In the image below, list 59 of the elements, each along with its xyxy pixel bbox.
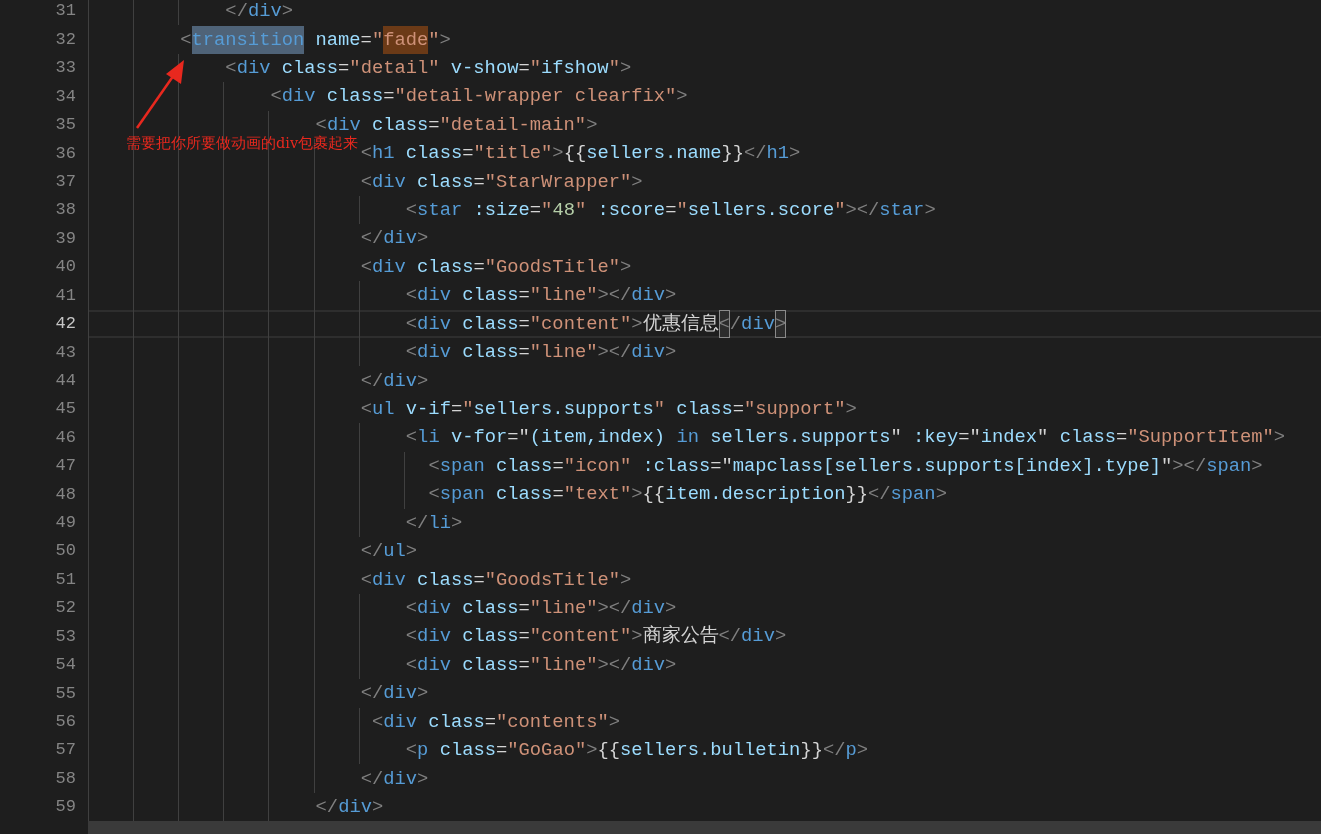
code-line: <div class="StarWrapper"> bbox=[360, 169, 643, 195]
line-number: 46 bbox=[54, 426, 76, 449]
line-number: 44 bbox=[54, 369, 76, 392]
line-number: 49 bbox=[54, 512, 76, 535]
line-number: 36 bbox=[54, 142, 76, 165]
line-number: 32 bbox=[54, 28, 76, 51]
line-number: 40 bbox=[54, 256, 76, 279]
code-line: </li> bbox=[405, 510, 463, 536]
code-line: <transition name="fade"> bbox=[180, 25, 451, 54]
code-line: <div class="line"></div> bbox=[405, 283, 677, 309]
code-line: </div> bbox=[360, 226, 429, 252]
code-line: </div> bbox=[360, 766, 429, 792]
line-number: 38 bbox=[54, 199, 76, 222]
code-line: </div> bbox=[360, 368, 429, 394]
line-number: 56 bbox=[54, 711, 76, 733]
code-line: <span class="icon" :class="mapclass[sellers.supports[index].type]"></span> bbox=[428, 453, 1263, 479]
code-line: </div> bbox=[315, 794, 384, 820]
code-line: <div class="detail-main"> bbox=[315, 112, 598, 136]
code-line: </div> bbox=[225, 0, 293, 25]
annotation-arrow bbox=[135, 60, 184, 129]
line-number: 45 bbox=[54, 398, 76, 421]
line-number: 33 bbox=[54, 57, 76, 80]
code-line: <div class="content">商家公告</div> bbox=[405, 624, 787, 650]
line-number: 48 bbox=[54, 483, 76, 506]
line-number: 57 bbox=[54, 739, 76, 762]
code-line: <h1 class="title">{{sellers.name}}</h1> bbox=[360, 141, 801, 167]
line-number: 52 bbox=[54, 597, 76, 620]
code-line: </ul> bbox=[360, 539, 418, 565]
code-line: <span class="text">{{item.description}}</span> bbox=[428, 482, 947, 508]
code-line: <div class="GoodsTitle"> bbox=[360, 254, 632, 280]
line-number: 59 bbox=[54, 796, 76, 819]
code-line: <div class="contents"> bbox=[372, 709, 620, 735]
code-line: <li v-for="(item,index) in sellers.supports" :key="index" class="SupportItem"> bbox=[405, 425, 1286, 451]
line-number: 42 bbox=[54, 313, 76, 336]
code-line: <star :size="48" :score="sellers.score"></star> bbox=[405, 198, 936, 224]
code-line: <p class="GoGao">{{sellers.bulletin}}</p> bbox=[405, 738, 869, 764]
line-number: 55 bbox=[54, 682, 76, 705]
code-line: <div class="GoodsTitle"> bbox=[360, 567, 632, 593]
code-line: <div class="line"></div> bbox=[405, 340, 677, 366]
line-number: 53 bbox=[54, 625, 76, 648]
line-number: 43 bbox=[54, 341, 76, 364]
line-number: 50 bbox=[54, 540, 76, 563]
code-line: </div> bbox=[360, 681, 429, 707]
line-number: 37 bbox=[54, 171, 76, 193]
code-line: <div class="detail" v-show="ifshow"> bbox=[225, 55, 632, 81]
line-number: 47 bbox=[54, 455, 76, 478]
line-number: 51 bbox=[54, 568, 76, 591]
line-number: 39 bbox=[54, 227, 76, 250]
line-number: 58 bbox=[54, 767, 76, 790]
line-number: 41 bbox=[54, 284, 76, 307]
code-line: <div class="line"></div> bbox=[405, 652, 677, 678]
annotation-text: 需要把你所要做动画的div包裹起来 bbox=[126, 134, 359, 153]
line-number: 35 bbox=[54, 114, 76, 137]
code-line: <ul v-if="sellers.supports" class="support"> bbox=[360, 397, 857, 422]
line-number: 54 bbox=[54, 654, 76, 677]
line-number: 34 bbox=[54, 85, 76, 108]
code-line: <div class="detail-wrapper clearfix"> bbox=[270, 84, 688, 110]
line-number: 31 bbox=[54, 0, 76, 23]
code-line: <div class="line"></div> bbox=[405, 595, 677, 621]
